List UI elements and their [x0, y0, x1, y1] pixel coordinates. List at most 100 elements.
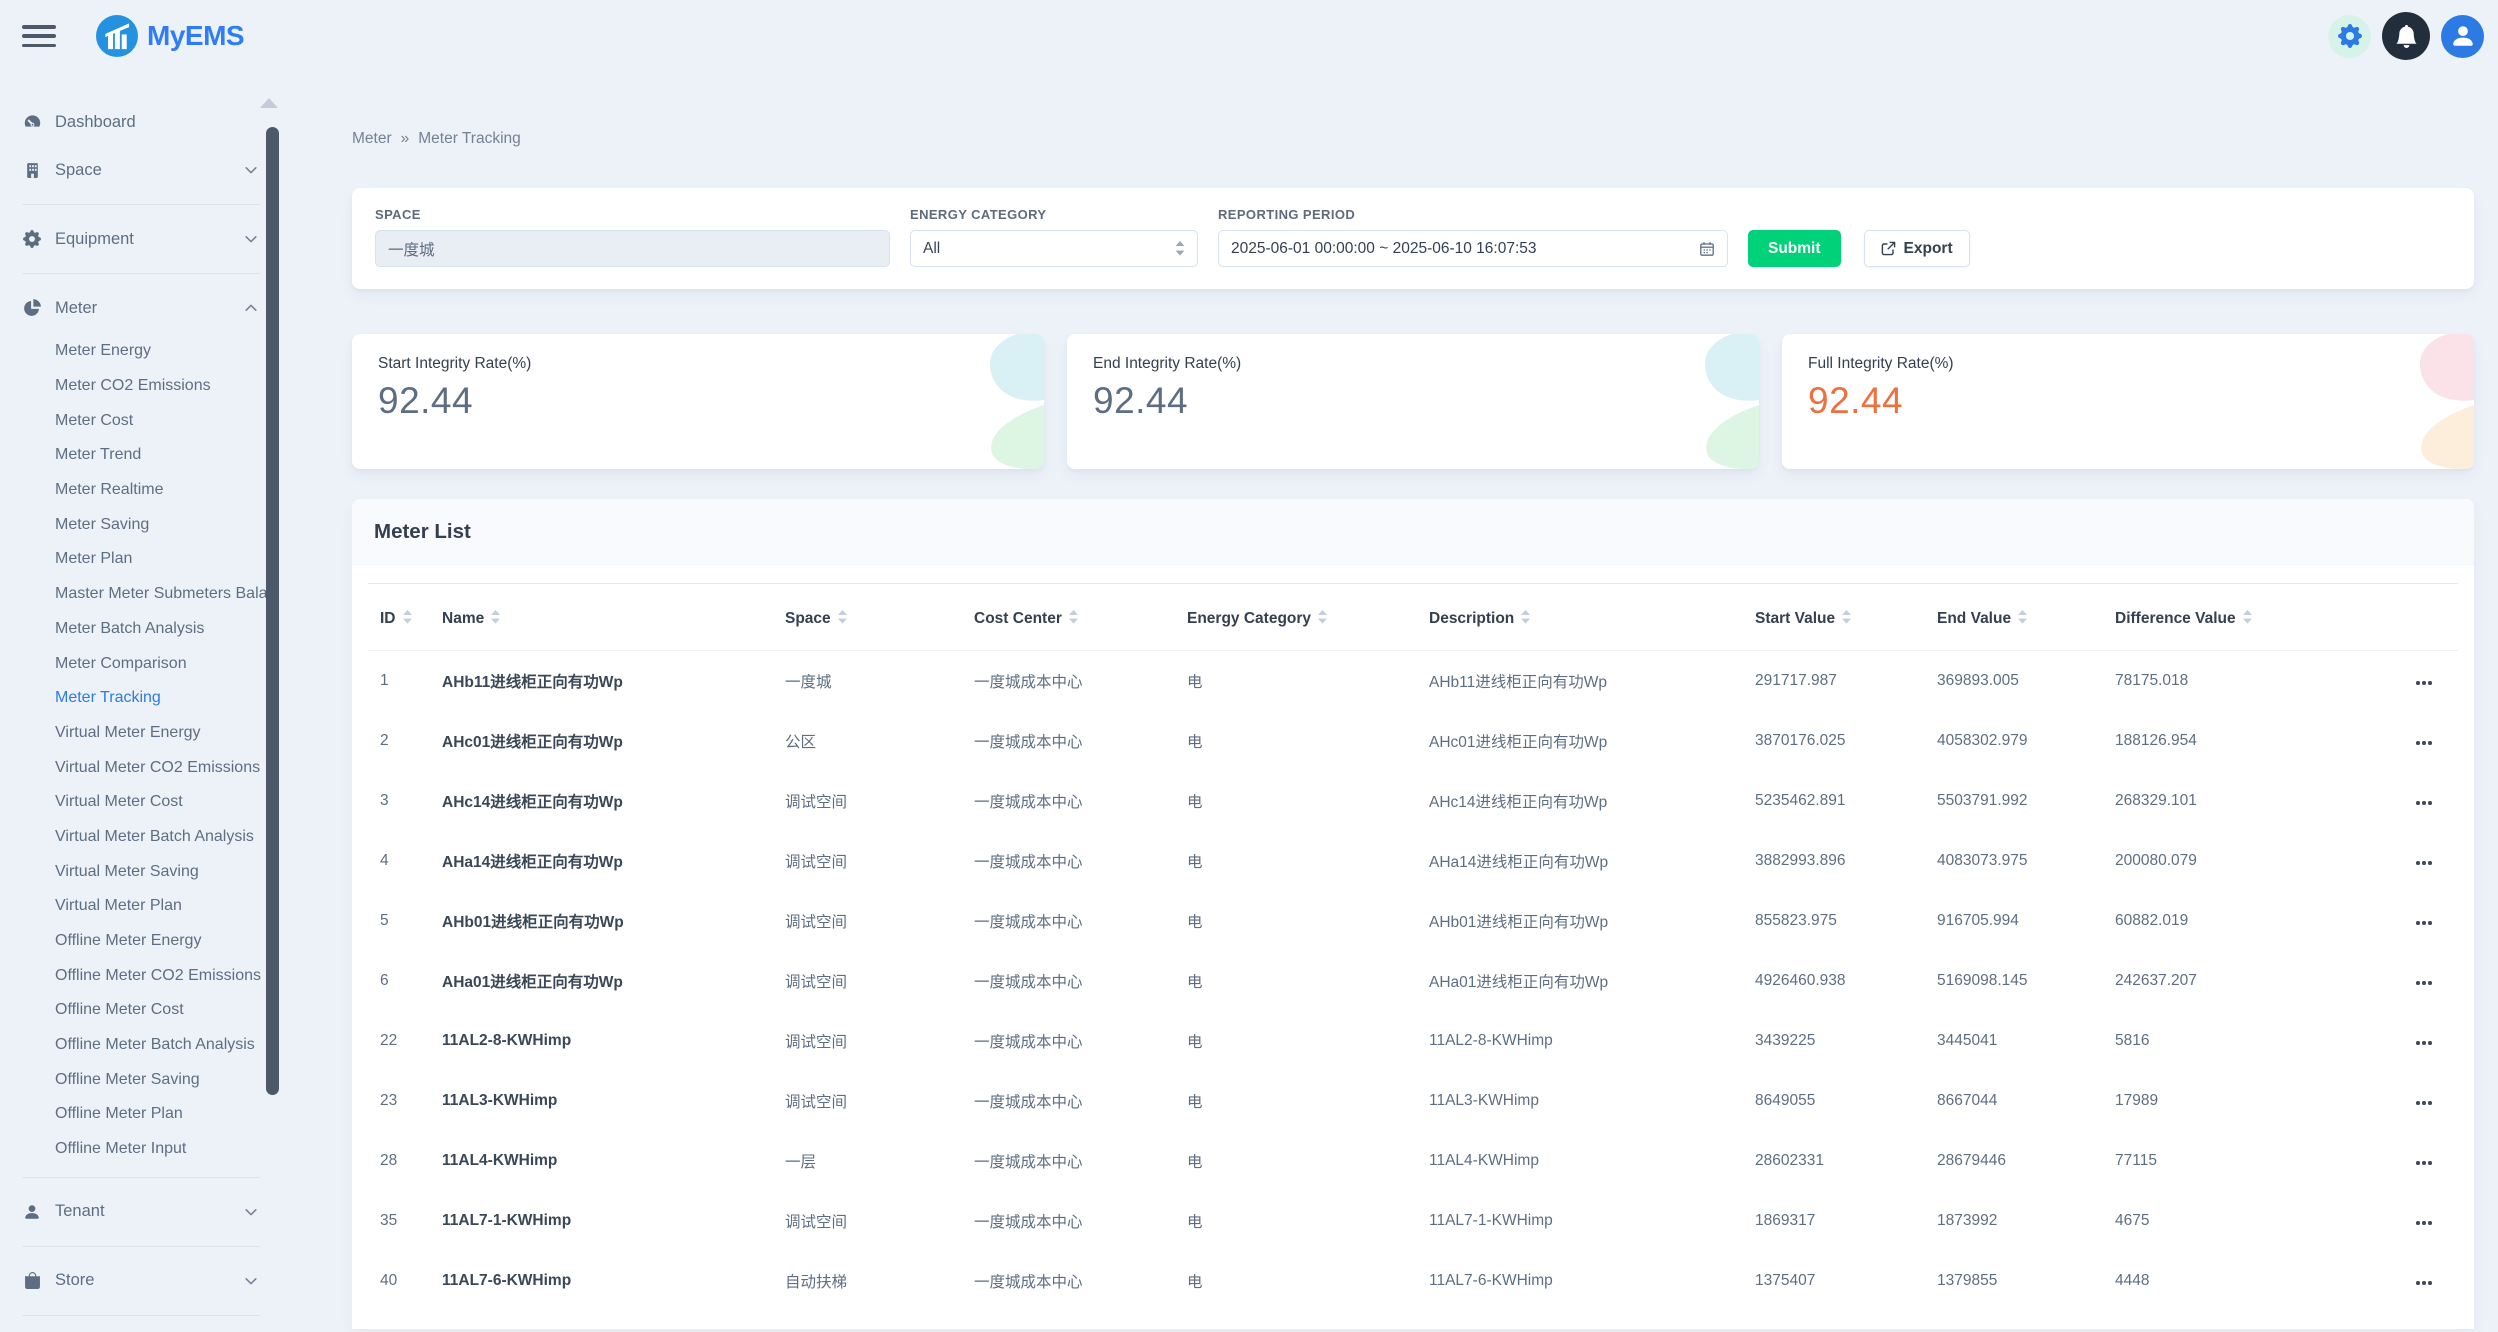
sidebar-subitem[interactable]: Offline Meter Batch Analysis — [22, 1028, 272, 1063]
cell-cost-center: 一度城成本中心 — [966, 711, 1179, 771]
space-input[interactable]: 一度城 — [375, 230, 890, 267]
gear-icon — [2338, 24, 2362, 48]
sidebar-subitem[interactable]: Offline Meter Saving — [22, 1062, 272, 1097]
row-actions-button[interactable] — [2412, 1277, 2436, 1289]
cell-actions — [2321, 891, 2458, 951]
row-actions-button[interactable] — [2412, 917, 2436, 929]
sidebar-subitem-label: Meter Realtime — [55, 481, 163, 499]
scroll-up-icon — [260, 98, 278, 108]
row-actions-button[interactable] — [2412, 1157, 2436, 1169]
sidebar-subitem[interactable]: Meter Comparison — [22, 646, 272, 681]
cell-difference-value: 78175.018 — [2107, 651, 2321, 712]
settings-button[interactable] — [2328, 15, 2371, 58]
cell-name: AHc01进线柜正向有功Wp — [434, 711, 777, 771]
energy-category-select[interactable]: All — [910, 230, 1198, 267]
cell-id: 4 — [368, 831, 434, 891]
chevron-down-icon — [244, 1205, 258, 1219]
cell-start-value: 855823.975 — [1747, 891, 1929, 951]
row-actions-button[interactable] — [2412, 1217, 2436, 1229]
cell-id: 6 — [368, 951, 434, 1011]
chevron-down-icon — [244, 163, 258, 177]
stat-card: Full Integrity Rate(%) 92.44 — [1782, 334, 2474, 469]
cell-name: AHb11进线柜正向有功Wp — [434, 651, 777, 712]
sidebar-subitem[interactable]: Master Meter Submeters Balance — [22, 577, 272, 612]
sort-icon — [1521, 610, 1530, 624]
column-header[interactable]: End Value — [1929, 584, 2107, 651]
sidebar-subitem[interactable]: Virtual Meter Plan — [22, 889, 272, 924]
cell-difference-value: 77115 — [2107, 1131, 2321, 1191]
column-header[interactable]: Energy Category — [1179, 584, 1421, 651]
stat-card-value: 92.44 — [1808, 380, 2448, 422]
column-header[interactable]: Description — [1421, 584, 1747, 651]
row-actions-button[interactable] — [2412, 1037, 2436, 1049]
chevron-down-icon — [244, 1274, 258, 1288]
notifications-button[interactable] — [2382, 12, 2430, 60]
sidebar-divider — [22, 1177, 260, 1178]
cell-space: 调试空间 — [777, 891, 966, 951]
row-actions-button[interactable] — [2412, 977, 2436, 989]
row-actions-button[interactable] — [2412, 737, 2436, 749]
cell-actions — [2321, 711, 2458, 771]
sidebar-subitem[interactable]: Virtual Meter Cost — [22, 785, 272, 820]
sidebar-subitem[interactable]: Offline Meter Cost — [22, 993, 272, 1028]
sidebar-item-dashboard[interactable]: Dashboard — [22, 98, 284, 146]
sidebar-subitem[interactable]: Virtual Meter Batch Analysis — [22, 820, 272, 855]
sidebar-subitem[interactable]: Offline Meter CO2 Emissions — [22, 958, 272, 993]
sidebar-item-store[interactable]: Store — [22, 1257, 284, 1305]
row-actions-button[interactable] — [2412, 1097, 2436, 1109]
column-header[interactable]: Space — [777, 584, 966, 651]
sidebar-subitem[interactable]: Virtual Meter CO2 Emissions — [22, 750, 272, 785]
sidebar-item-label: Store — [55, 1271, 94, 1290]
sidebar-item-meter[interactable]: Meter — [22, 284, 284, 332]
sidebar-subitem[interactable]: Offline Meter Energy — [22, 924, 272, 959]
cell-description: AHa14进线柜正向有功Wp — [1421, 831, 1747, 891]
column-header-label: Name — [442, 610, 484, 627]
export-button[interactable]: Export — [1864, 230, 1970, 267]
row-actions-button[interactable] — [2412, 857, 2436, 869]
menu-toggle-button[interactable] — [22, 23, 56, 49]
row-actions-button[interactable] — [2412, 677, 2436, 689]
meter-table: ID Name Space Cost Center Energy Categor… — [368, 583, 2458, 1311]
cell-description: 11AL2-8-KWHimp — [1421, 1011, 1747, 1071]
row-actions-button[interactable] — [2412, 797, 2436, 809]
column-header[interactable]: Name — [434, 584, 777, 651]
sort-icon — [403, 610, 412, 624]
sidebar-item-space[interactable]: Space — [22, 146, 284, 194]
cell-name: 11AL3-KWHimp — [434, 1071, 777, 1131]
sidebar-subitem-label: Meter Energy — [55, 342, 151, 360]
sidebar-subitem[interactable]: Meter Saving — [22, 507, 272, 542]
cell-description: AHa01进线柜正向有功Wp — [1421, 951, 1747, 1011]
column-header[interactable]: Difference Value — [2107, 584, 2321, 651]
sidebar-item-equipment[interactable]: Equipment — [22, 215, 284, 263]
user-menu-button[interactable] — [2441, 15, 2484, 58]
sidebar-subitem[interactable]: Offline Meter Plan — [22, 1097, 272, 1132]
sidebar-subitem[interactable]: Meter Batch Analysis — [22, 612, 272, 647]
breadcrumb-parent[interactable]: Meter — [352, 130, 392, 148]
column-header[interactable]: ID — [368, 584, 434, 651]
sidebar-subitem[interactable]: Meter Plan — [22, 542, 272, 577]
cell-start-value: 3439225 — [1747, 1011, 1929, 1071]
sidebar-subitem[interactable]: Offline Meter Input — [22, 1132, 272, 1167]
cell-id: 5 — [368, 891, 434, 951]
sidebar-subitem[interactable]: Virtual Meter Saving — [22, 854, 272, 889]
sidebar-subitem[interactable]: Virtual Meter Energy — [22, 716, 272, 751]
bell-icon — [2395, 25, 2418, 48]
cell-cost-center: 一度城成本中心 — [966, 891, 1179, 951]
cell-end-value: 5169098.145 — [1929, 951, 2107, 1011]
reporting-period-input[interactable]: 2025-06-01 00:00:00 ~ 2025-06-10 16:07:5… — [1218, 230, 1728, 267]
sidebar-scrollbar-thumb[interactable] — [266, 127, 279, 1095]
sidebar-subitem[interactable]: Meter Energy — [22, 334, 272, 369]
column-header[interactable]: Cost Center — [966, 584, 1179, 651]
sidebar-subitem-label: Offline Meter Saving — [55, 1071, 200, 1089]
sidebar-subitem[interactable]: Meter Tracking — [22, 681, 272, 716]
brand-logo[interactable]: MyEMS — [96, 15, 244, 57]
sidebar-subitem[interactable]: Meter Cost — [22, 403, 272, 438]
cell-energy-category: 电 — [1179, 1011, 1421, 1071]
submit-button[interactable]: Submit — [1748, 230, 1841, 267]
sidebar-subitem[interactable]: Meter CO2 Emissions — [22, 369, 272, 404]
sidebar-item-tenant[interactable]: Tenant — [22, 1188, 284, 1236]
cell-start-value: 1375407 — [1747, 1251, 1929, 1311]
sidebar-subitem[interactable]: Meter Trend — [22, 438, 272, 473]
column-header[interactable]: Start Value — [1747, 584, 1929, 651]
sidebar-subitem[interactable]: Meter Realtime — [22, 473, 272, 508]
